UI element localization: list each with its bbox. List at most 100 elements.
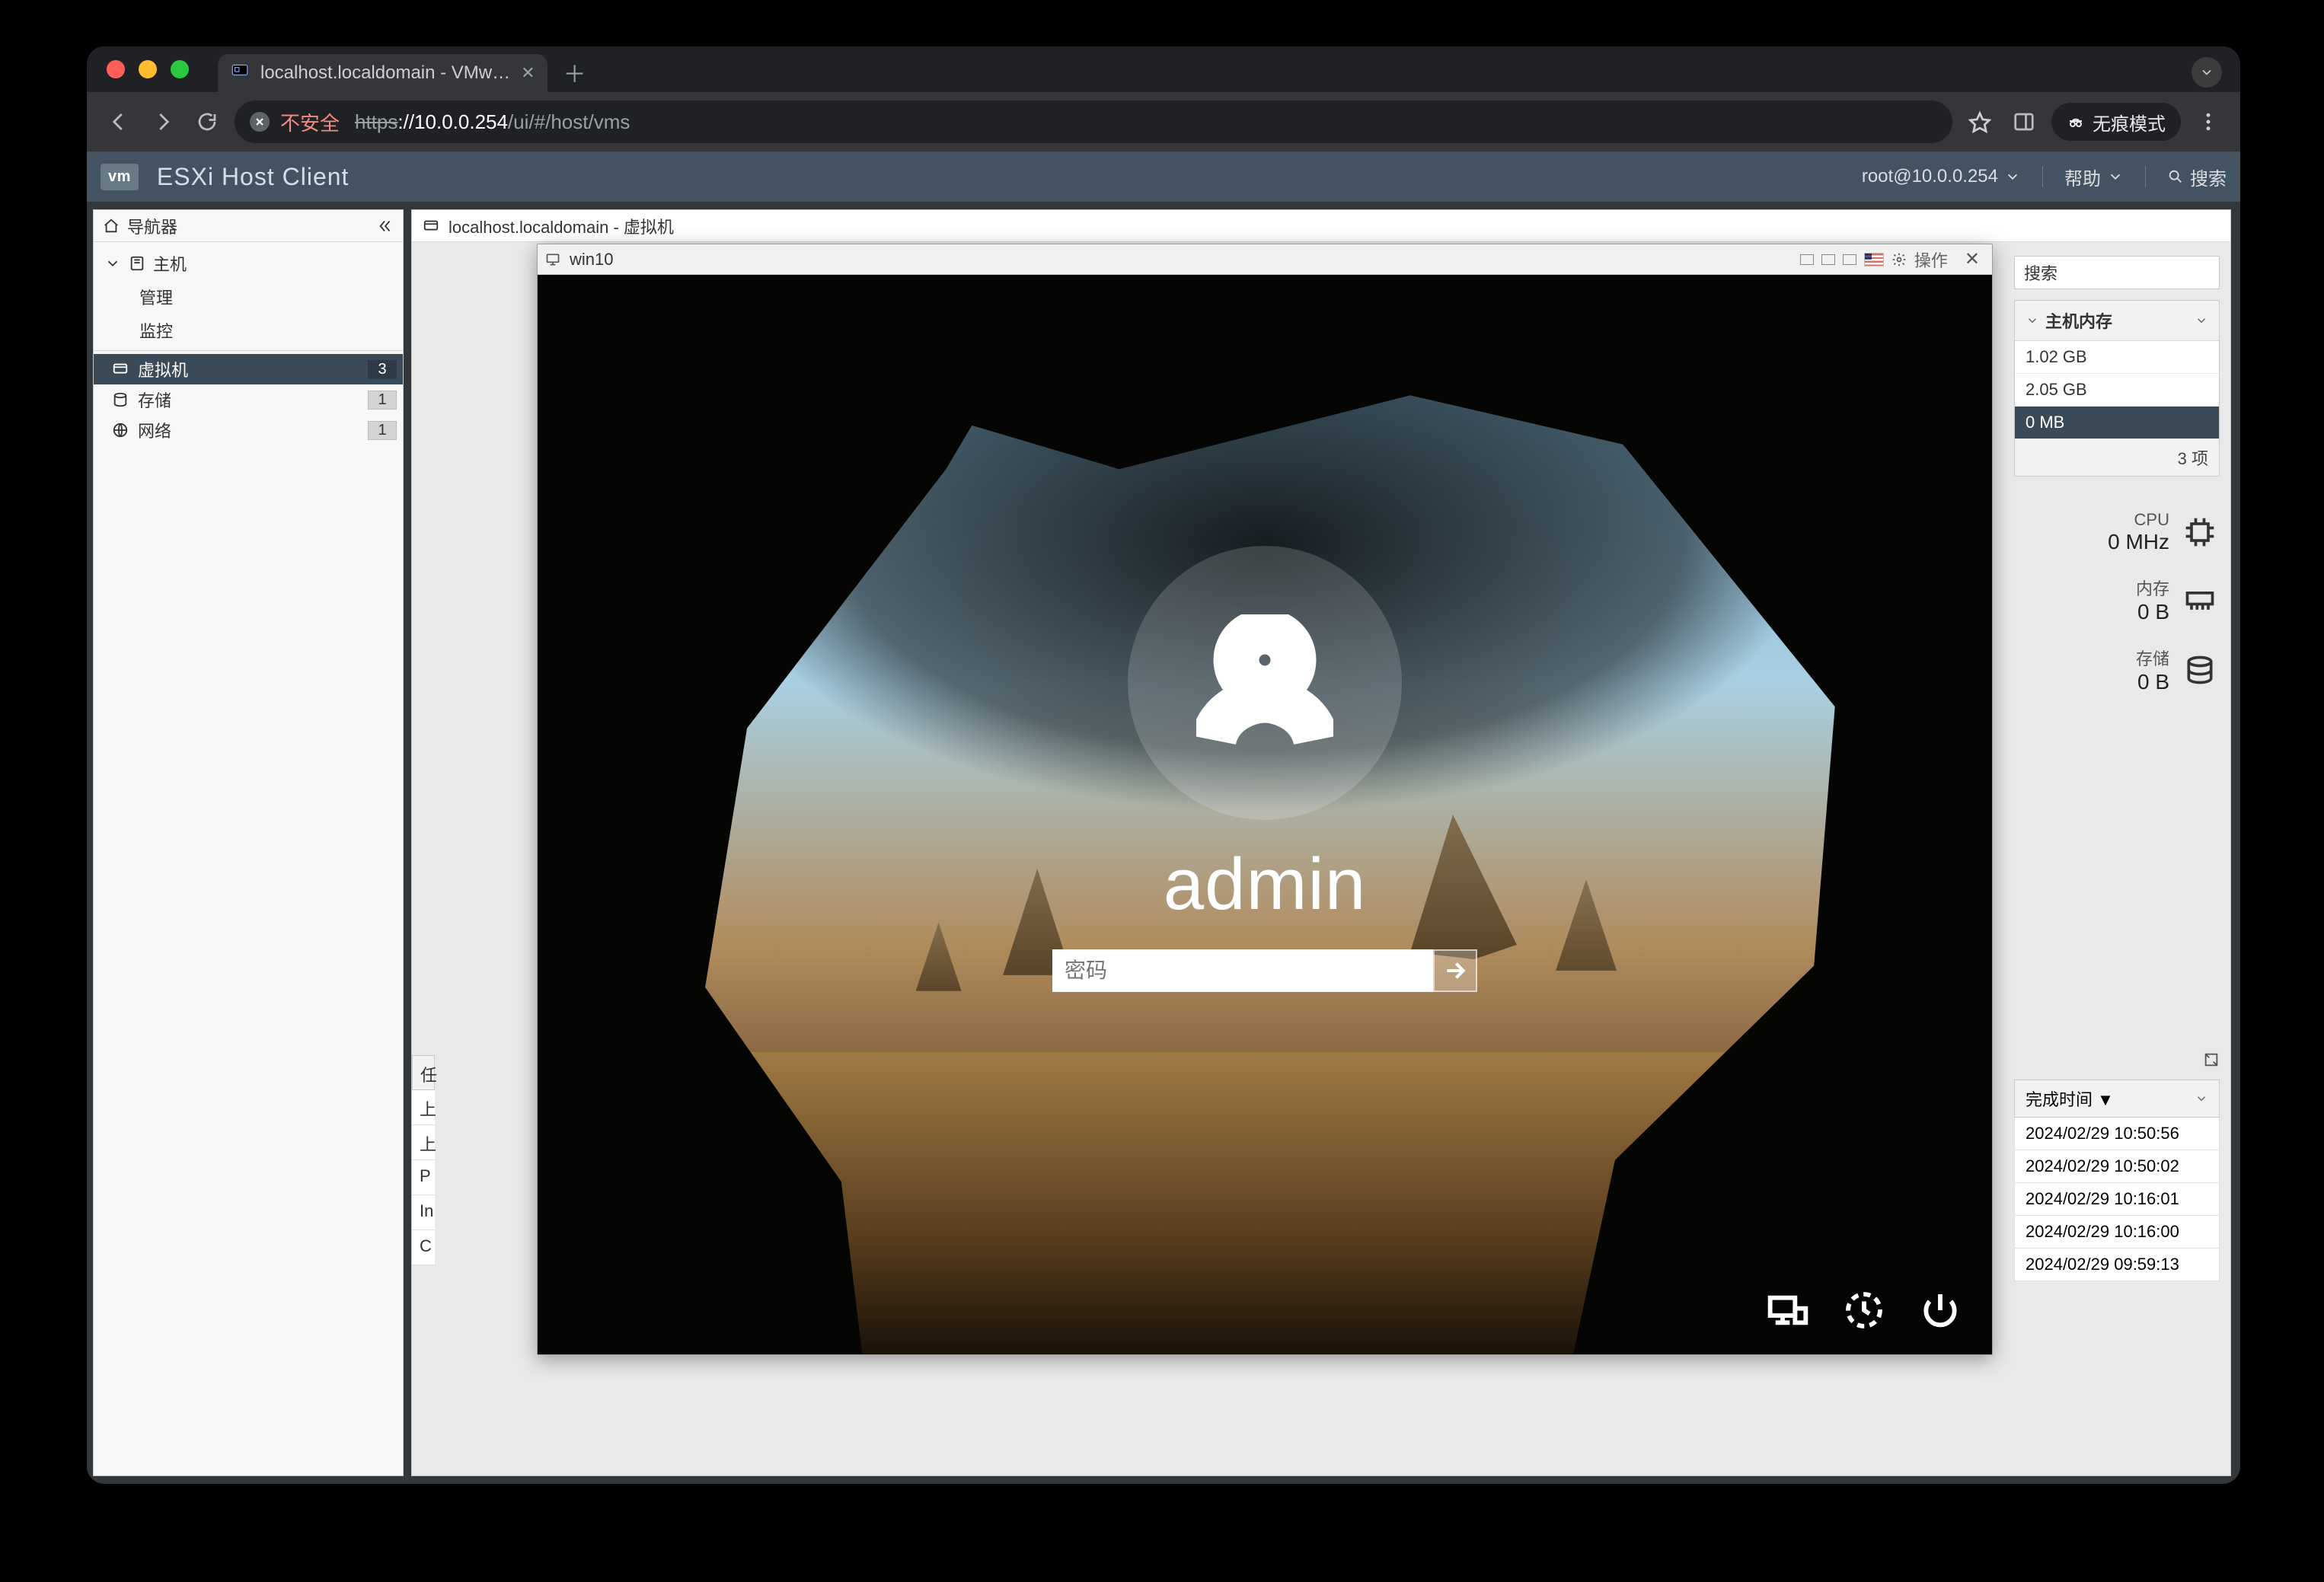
task-row[interactable]: 2024/02/29 10:50:02: [2014, 1150, 2220, 1183]
user-label: root@10.0.0.254: [1862, 166, 1998, 187]
vm-icon: [112, 361, 129, 378]
breadcrumb: localhost.localdomain - 虚拟机: [412, 210, 2230, 242]
login-system-icons: [1767, 1289, 1962, 1332]
bookmark-star-button[interactable]: [1963, 105, 1997, 139]
nav-host-monitor[interactable]: 监控: [94, 314, 403, 347]
user-avatar: [1128, 546, 1402, 820]
nav-host[interactable]: 主机: [94, 247, 403, 280]
password-input[interactable]: [1052, 949, 1433, 992]
browser-menu-button[interactable]: [2192, 105, 2225, 139]
main-content: localhost.localdomain - 虚拟机 搜索 主机内存 1.02…: [411, 209, 2231, 1476]
stat-value: 0 B: [2136, 600, 2169, 624]
count-badge: 3: [368, 360, 397, 379]
panel-header[interactable]: 主机内存: [2015, 301, 2219, 341]
nav-host-label: 主机: [153, 251, 187, 276]
panel-row[interactable]: 0 MB: [2015, 407, 2219, 439]
url-text: https://10.0.0.254/ui/#/host/vms: [355, 110, 630, 134]
panel-row[interactable]: 2.05 GB: [2015, 374, 2219, 407]
list-search-input[interactable]: 搜索: [2014, 256, 2220, 289]
network-icon: [112, 422, 129, 439]
help-menu[interactable]: 帮助: [2064, 164, 2124, 190]
vm-icon: [423, 218, 439, 234]
nav-item-network[interactable]: 网络 1: [94, 415, 403, 445]
stat-value: 0 B: [2136, 670, 2169, 694]
task-row[interactable]: 2024/02/29 09:59:13: [2014, 1249, 2220, 1281]
search-label: 搜索: [2190, 164, 2227, 190]
tab-overflow-button[interactable]: [2192, 57, 2222, 88]
console-close-button[interactable]: ✕: [1960, 248, 1984, 270]
insecure-icon: [250, 112, 270, 132]
console-actions-button[interactable]: 操作: [1914, 247, 1948, 272]
network-icon[interactable]: [1767, 1289, 1809, 1332]
tasks-header[interactable]: 完成时间 ▼: [2014, 1080, 2220, 1118]
storage-icon: [112, 391, 129, 408]
nav-host-manage[interactable]: 管理: [94, 280, 403, 314]
window-close-button[interactable]: [107, 60, 125, 78]
resource-stats: CPU0 MHz 内存0 B 存储0 B: [2014, 510, 2220, 694]
new-tab-button[interactable]: ＋: [558, 56, 592, 89]
task-row[interactable]: 2024/02/29 10:50:56: [2014, 1118, 2220, 1150]
incognito-label: 无痕模式: [2093, 109, 2166, 136]
stat-memory: 内存0 B: [2136, 576, 2217, 624]
chevron-down-icon: [104, 255, 121, 272]
stat-cpu: CPU0 MHz: [2108, 510, 2217, 554]
console-view-icon[interactable]: [1821, 254, 1835, 265]
sidebar-title-row: 导航器: [94, 210, 403, 242]
back-button[interactable]: [102, 105, 136, 139]
submit-login-button[interactable]: [1433, 949, 1477, 992]
tab-close-button[interactable]: ✕: [521, 63, 535, 83]
console-view-icon[interactable]: [1800, 254, 1814, 265]
side-panel-button[interactable]: [2007, 105, 2041, 139]
nav-item-storage[interactable]: 存储 1: [94, 384, 403, 415]
breadcrumb-text: localhost.localdomain - 虚拟机: [449, 214, 674, 238]
navigator-sidebar: 导航器 主机 管理 监控 虚拟机 3 存储: [93, 209, 404, 1476]
window-zoom-button[interactable]: [171, 60, 189, 78]
host-memory-panel: 主机内存 1.02 GB 2.05 GB 0 MB 3 项: [2014, 300, 2220, 477]
sidebar-collapse-button[interactable]: [377, 218, 394, 234]
window-minimize-button[interactable]: [139, 60, 157, 78]
chevron-down-icon: [2195, 1092, 2208, 1105]
panel-row[interactable]: 1.02 GB: [2015, 341, 2219, 374]
chevron-down-icon: [2195, 314, 2208, 327]
console-title: win10: [570, 250, 613, 270]
address-bar[interactable]: 不安全 https://10.0.0.254/ui/#/host/vms: [235, 100, 1952, 143]
user-menu[interactable]: root@10.0.0.254: [1862, 166, 2021, 187]
tab-title: localhost.localdomain - VMw…: [260, 62, 510, 84]
url-host: ://10.0.0.254: [397, 110, 508, 133]
power-icon[interactable]: [1919, 1289, 1962, 1332]
incognito-badge[interactable]: 无痕模式: [2051, 103, 2181, 141]
brand-badge: vm: [101, 164, 139, 190]
monitor-icon: [545, 252, 560, 267]
cpu-icon: [2183, 515, 2217, 549]
obscured-table-left-edge: 任 上 上 P In C: [412, 1055, 435, 1265]
stat-value: 0 MHz: [2108, 530, 2169, 554]
browser-tab[interactable]: localhost.localdomain - VMw… ✕: [218, 54, 547, 92]
task-row[interactable]: 2024/02/29 10:16:01: [2014, 1183, 2220, 1216]
vm-console-window: win10 操作 ✕: [537, 244, 1993, 1355]
sidebar-title: 导航器: [127, 214, 177, 238]
forward-button[interactable]: [146, 105, 180, 139]
panel-footer: 3 项: [2015, 439, 2219, 476]
task-row[interactable]: 2024/02/29 10:16:00: [2014, 1216, 2220, 1249]
guest-screen[interactable]: admin: [538, 275, 1992, 1354]
recent-tasks: 完成时间 ▼ 2024/02/29 10:50:56 2024/02/29 10…: [2014, 1048, 2220, 1281]
keyboard-layout-flag-icon[interactable]: [1864, 253, 1884, 266]
console-titlebar[interactable]: win10 操作 ✕: [538, 244, 1992, 275]
ease-of-access-icon[interactable]: [1843, 1289, 1885, 1332]
tasks-expand-button[interactable]: [2014, 1048, 2220, 1072]
console-view-icon[interactable]: [1843, 254, 1856, 265]
gear-icon[interactable]: [1891, 252, 1907, 267]
nav-item-vms[interactable]: 虚拟机 3: [94, 354, 403, 384]
stub-cell: C: [412, 1230, 435, 1265]
tab-favicon-icon: [230, 61, 250, 86]
separator: [2145, 166, 2146, 187]
global-search[interactable]: 搜索: [2167, 164, 2227, 190]
divider: [94, 350, 403, 351]
reload-button[interactable]: [190, 105, 224, 139]
stub-cell: P: [412, 1160, 435, 1195]
storage-icon: [2183, 653, 2217, 687]
nav-item-label: 存储: [138, 388, 171, 412]
nav-host-manage-label: 管理: [139, 285, 173, 309]
stub-cell: 上: [412, 1125, 435, 1160]
url-scheme: https: [355, 110, 397, 133]
